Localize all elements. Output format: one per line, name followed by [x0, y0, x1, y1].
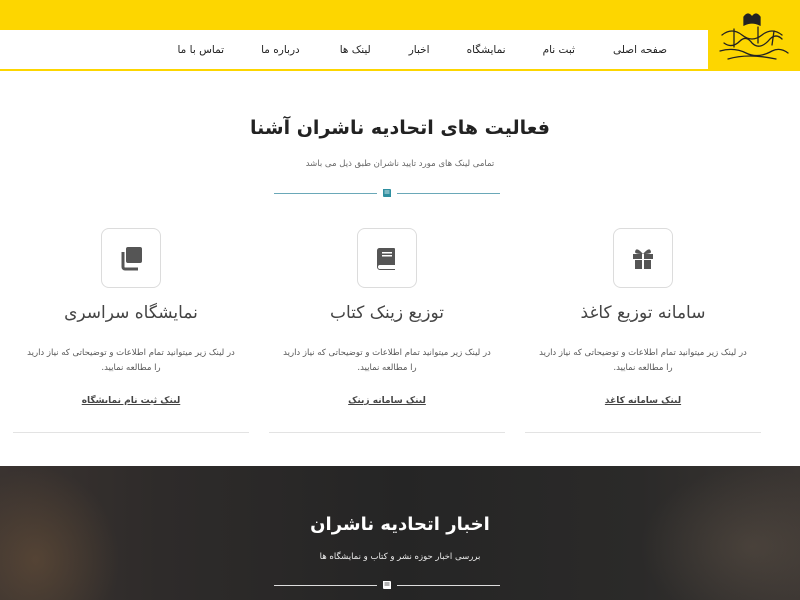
nav-item-news[interactable]: اخبار [409, 44, 430, 56]
news-section: اخبار اتحادیه ناشران بررسی اخبار حوزه نش… [0, 466, 800, 600]
gift-icon [633, 249, 653, 269]
nav-item-register[interactable]: ثبت نام [543, 44, 575, 56]
card-description: در لینک زیر میتوانید تمام اطلاعات و توضی… [27, 348, 235, 373]
nav-item-about[interactable]: درباره ما [261, 44, 300, 56]
card-title: توزیع زینک کتاب [329, 303, 444, 323]
top-yellow-bar [0, 0, 800, 30]
book-icon [383, 581, 391, 589]
card-nationwide-exhibition: نمایشگاه سراسری در لینک زیر میتوانید تما… [13, 228, 249, 433]
paper-system-link[interactable]: لینک سامانه کاغذ [525, 396, 761, 406]
exhibition-registration-link[interactable]: لینک ثبت نام نمایشگاه [13, 396, 249, 406]
copy-icon [121, 247, 142, 271]
zinc-system-link[interactable]: لینک سامانه زینک [269, 396, 505, 406]
card-icon-box [101, 228, 161, 288]
card-zinc-distribution: توزیع زینک کتاب در لینک زیر میتوانید تما… [269, 228, 505, 433]
card-icon-box [613, 228, 673, 288]
nav-menu: صفحه اصلی ثبت نام نمایشگاه اخبار لینک ها… [177, 30, 708, 69]
activities-title: فعالیت های اتحادیه ناشران آشنا [250, 117, 550, 139]
activities-subtitle: تمامی لینک های مورد تایید ناشران طبق ذیل… [305, 159, 495, 169]
book-icon [376, 248, 395, 270]
nav-item-links[interactable]: لینک ها [340, 44, 371, 56]
card-description: در لینک زیر میتوانید تمام اطلاعات و توضی… [283, 348, 491, 373]
nav-item-home[interactable]: صفحه اصلی [613, 44, 667, 56]
news-subtitle: بررسی اخبار حوزه نشر و کتاب و نمایشگاه ه… [319, 552, 481, 562]
publishers-union-calligraphy-logo-icon [719, 12, 789, 60]
book-icon [383, 189, 391, 197]
news-divider [274, 578, 500, 592]
card-title: سامانه توزیع کاغذ [580, 303, 706, 323]
news-title: اخبار اتحادیه ناشران [310, 514, 490, 535]
site-logo[interactable] [708, 0, 800, 71]
activities-divider [274, 186, 500, 200]
nav-item-contact[interactable]: تماس با ما [177, 44, 224, 56]
card-description: در لینک زیر میتوانید تمام اطلاعات و توضی… [539, 348, 747, 373]
card-icon-box [357, 228, 417, 288]
nav-item-exhibition[interactable]: نمایشگاه [467, 44, 506, 56]
card-paper-distribution: سامانه توزیع کاغذ در لینک زیر میتوانید ت… [525, 228, 761, 433]
main-navbar: صفحه اصلی ثبت نام نمایشگاه اخبار لینک ها… [0, 30, 708, 71]
card-title: نمایشگاه سراسری [64, 303, 198, 323]
